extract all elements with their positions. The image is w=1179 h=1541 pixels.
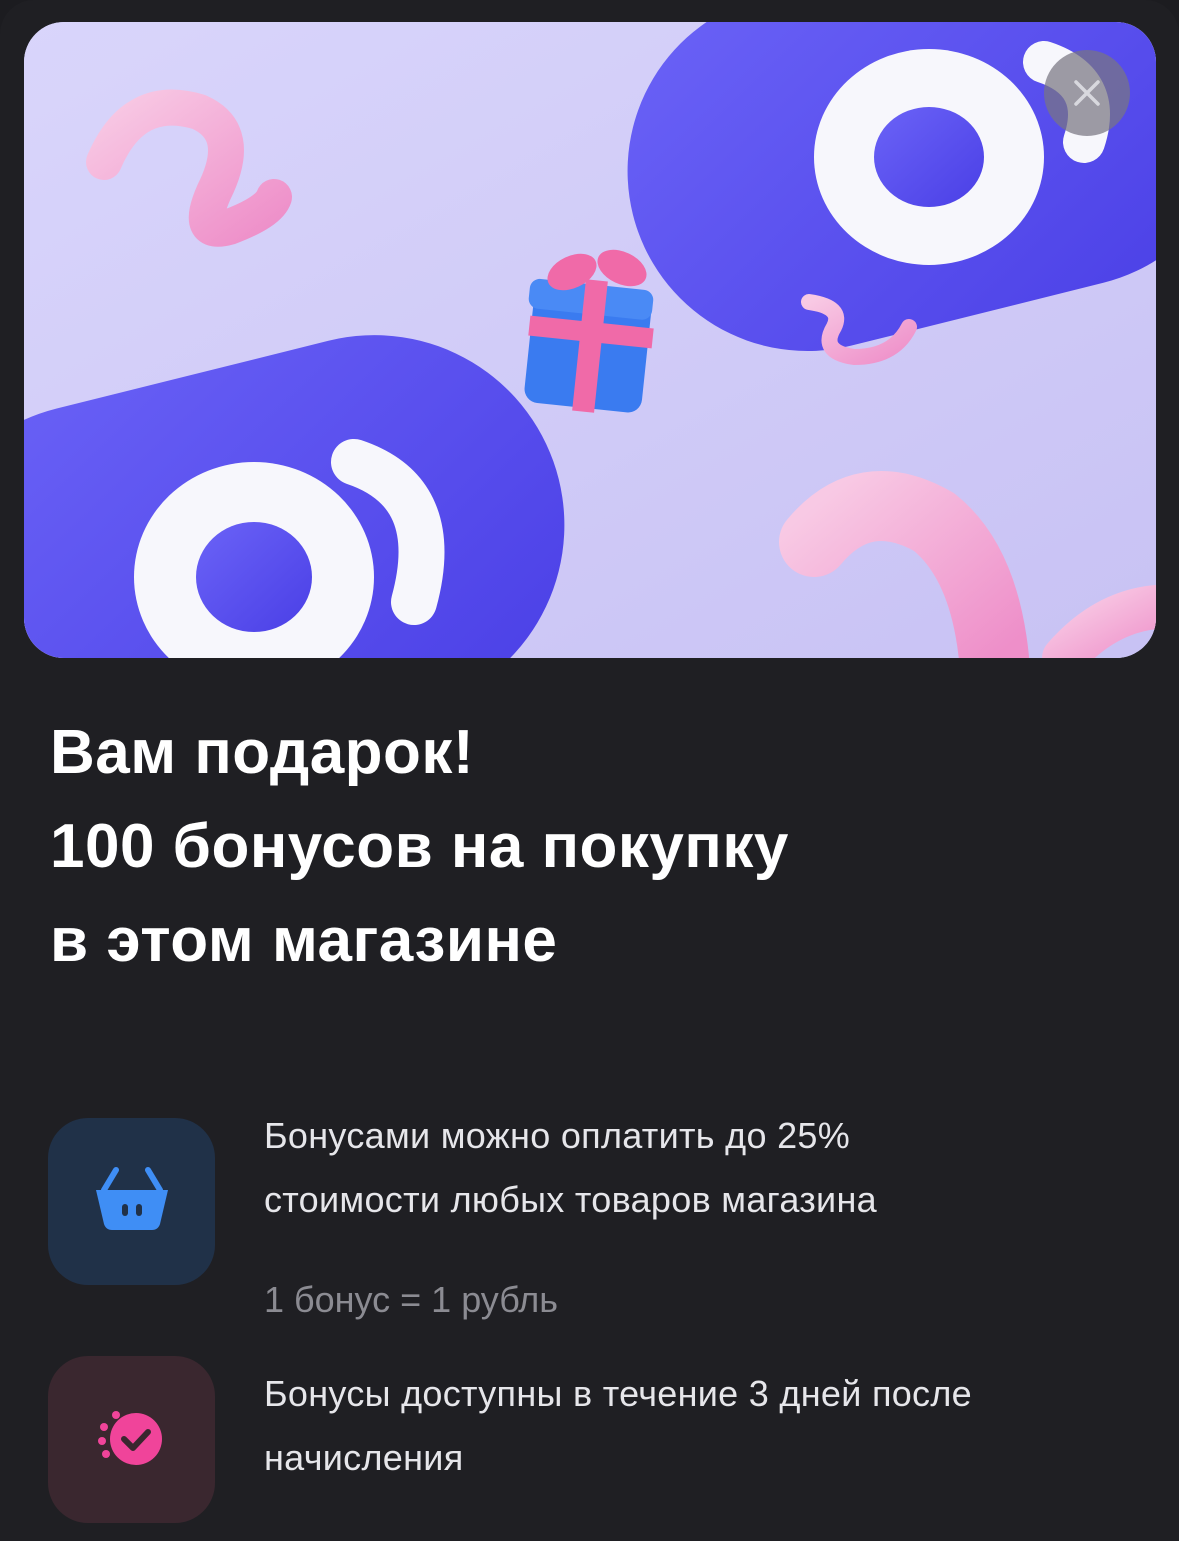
basket-icon bbox=[92, 1164, 172, 1239]
gift-banner-illustration bbox=[24, 22, 1156, 658]
feature-icon-tile bbox=[48, 1356, 215, 1523]
feature-line-2: начисления bbox=[264, 1437, 464, 1478]
gift-title: Вам подарок! 100 бонусов на покупку в эт… bbox=[50, 706, 1130, 988]
banner-art bbox=[24, 22, 1156, 658]
feature-line-2: стоимости любых товаров магазина bbox=[264, 1179, 877, 1220]
feature-expiration: Бонусы доступны в течение 3 дней после н… bbox=[48, 1356, 1158, 1526]
feature-description: Бонусы доступны в течение 3 дней после н… bbox=[264, 1362, 1164, 1490]
feature-description: Бонусами можно оплатить до 25% стоимости… bbox=[264, 1104, 1164, 1232]
timer-check-icon bbox=[92, 1397, 172, 1482]
close-button[interactable] bbox=[1044, 50, 1130, 136]
gift-title-line-3: в этом магазине bbox=[50, 906, 558, 975]
gift-title-line-1: Вам подарок! bbox=[50, 718, 475, 787]
gift-bonus-sheet: Вам подарок! 100 бонусов на покупку в эт… bbox=[0, 0, 1179, 1541]
bonus-rate-note: 1 бонус = 1 рубль bbox=[264, 1279, 558, 1320]
feature-icon-tile bbox=[48, 1118, 215, 1285]
feature-line-1: Бонусами можно оплатить до 25% bbox=[264, 1115, 851, 1156]
close-icon bbox=[1070, 76, 1104, 110]
feature-line-1: Бонусы доступны в течение 3 дней после bbox=[264, 1373, 972, 1414]
gift-title-line-2: 100 бонусов на покупку bbox=[50, 812, 789, 881]
feature-payment-limit: Бонусами можно оплатить до 25% стоимости… bbox=[48, 1115, 1158, 1320]
